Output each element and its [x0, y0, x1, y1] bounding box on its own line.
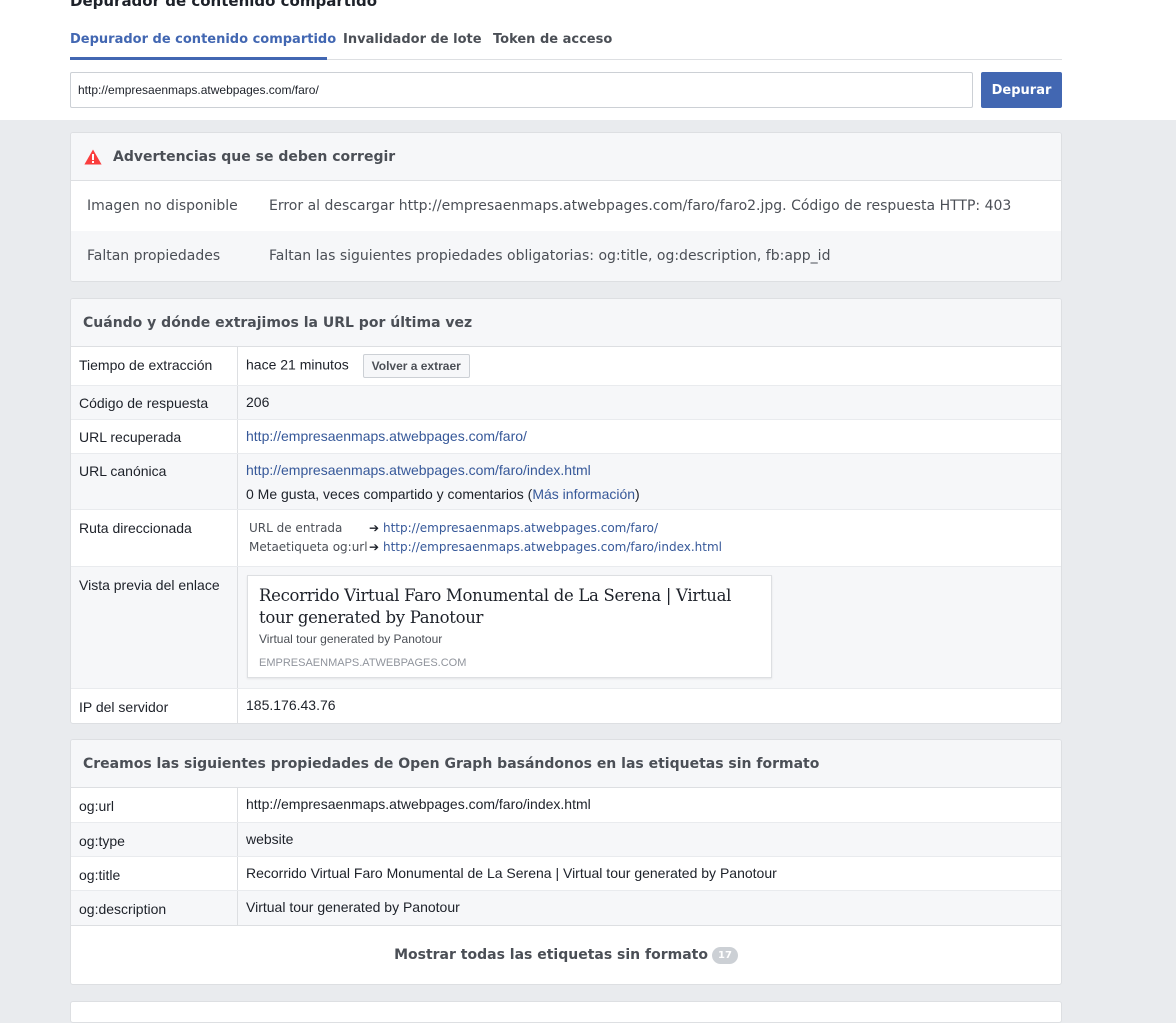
tab-bar: Depurador de contenido compartido Invali…	[70, 22, 1062, 60]
show-all-tags-button[interactable]: Mostrar todas las etiquetas sin formato …	[71, 925, 1061, 984]
server-ip-value: 185.176.43.76	[246, 697, 336, 713]
server-ip-row: IP del servidor 185.176.43.76	[71, 688, 1061, 723]
arrow-right-icon: ➔	[369, 521, 380, 535]
tab-batch-invalidator[interactable]: Invalidador de lote	[343, 22, 482, 57]
og-key: og:title	[71, 857, 238, 890]
response-code-row: Código de respuesta 206	[71, 385, 1061, 419]
tab-access-token[interactable]: Token de acceso	[493, 22, 612, 57]
preview-title: Recorrido Virtual Faro Monumental de La …	[259, 586, 732, 627]
warning-value: Faltan las siguientes propiedades obliga…	[269, 248, 831, 264]
page-title: Depurador de contenido compartido	[70, 0, 378, 10]
redirect-path-row: Ruta direccionada URL de entrada ➔ http:…	[71, 509, 1061, 566]
redirect-path-key: Ruta direccionada	[71, 510, 238, 566]
scrape-time-value: hace 21 minutos	[246, 356, 349, 373]
url-input[interactable]	[70, 72, 973, 108]
warnings-panel: Advertencias que se deben corregir Image…	[70, 132, 1062, 282]
scrape-panel: Cuándo y dónde extrajimos la URL por últ…	[70, 298, 1062, 724]
response-code-value: 206	[246, 394, 270, 410]
scrape-time-row: Tiempo de extracción hace 21 minutos Vol…	[71, 347, 1061, 385]
scrape-header: Cuándo y dónde extrajimos la URL por últ…	[71, 299, 1061, 347]
link-preview-key: Vista previa del enlace	[71, 567, 238, 688]
engagement-close: )	[635, 486, 640, 502]
warnings-header: Advertencias que se deben corregir	[71, 133, 1061, 181]
og-row: og:url http://empresaenmaps.atwebpages.c…	[71, 788, 1061, 822]
warning-triangle-icon	[84, 149, 102, 165]
arrow-right-icon: ➔	[369, 540, 380, 554]
warnings-title: Advertencias que se deben corregir	[113, 148, 396, 165]
og-key: og:description	[71, 891, 238, 925]
og-key: og:url	[71, 788, 238, 822]
og-key: og:type	[71, 823, 238, 856]
og-value: Recorrido Virtual Faro Monumental de La …	[246, 865, 777, 881]
warning-row: Faltan propiedades Faltan las siguientes…	[71, 231, 1061, 281]
canonical-url-row: URL canónica http://empresaenmaps.atwebp…	[71, 453, 1061, 509]
redirect-label: URL de entrada	[249, 521, 343, 535]
fetched-url-key: URL recuperada	[71, 420, 238, 453]
next-panel	[70, 1001, 1062, 1023]
tag-count-badge: 17	[711, 946, 738, 964]
og-value: Virtual tour generated by Panotour	[246, 899, 460, 915]
canonical-url-link[interactable]: http://empresaenmaps.atwebpages.com/faro…	[246, 462, 591, 478]
og-row: og:description Virtual tour generated by…	[71, 890, 1061, 925]
fetched-url-link[interactable]: http://empresaenmaps.atwebpages.com/faro…	[246, 428, 527, 444]
open-graph-panel: Creamos las siguientes propiedades de Op…	[70, 739, 1062, 985]
preview-domain: EMPRESAENMAPS.ATWEBPAGES.COM	[259, 657, 467, 669]
canonical-url-key: URL canónica	[71, 454, 238, 509]
redirect-line: Metaetiqueta og:url ➔ http://empresaenma…	[249, 538, 722, 557]
redirect-label: Metaetiqueta og:url	[249, 540, 368, 554]
open-graph-header: Creamos las siguientes propiedades de Op…	[71, 740, 1061, 788]
tab-sharing-debugger[interactable]: Depurador de contenido compartido	[70, 22, 336, 60]
og-row: og:type website	[71, 822, 1061, 856]
fetched-url-row: URL recuperada http://empresaenmaps.atwe…	[71, 419, 1061, 453]
scrape-time-key: Tiempo de extracción	[71, 347, 238, 385]
og-value: website	[246, 831, 294, 847]
engagement-text: 0 Me gusta, veces compartido y comentari…	[246, 486, 533, 502]
more-info-link[interactable]: Más información	[532, 486, 635, 502]
preview-description: Virtual tour generated by Panotour	[259, 632, 443, 646]
warning-key: Faltan propiedades	[87, 248, 221, 264]
rescrape-button[interactable]: Volver a extraer	[362, 354, 470, 378]
server-ip-key: IP del servidor	[71, 689, 238, 723]
redirect-url-link[interactable]: http://empresaenmaps.atwebpages.com/faro…	[383, 519, 658, 538]
show-all-tags-label: Mostrar todas las etiquetas sin formato	[394, 947, 708, 963]
og-row: og:title Recorrido Virtual Faro Monument…	[71, 856, 1061, 890]
top-bar: Depurador de contenido compartido Depura…	[0, 0, 1176, 120]
link-preview-card[interactable]: Recorrido Virtual Faro Monumental de La …	[247, 575, 772, 678]
og-value: http://empresaenmaps.atwebpages.com/faro…	[246, 796, 591, 812]
warning-row: Imagen no disponible Error al descargar …	[71, 181, 1061, 231]
debug-button[interactable]: Depurar	[981, 72, 1062, 108]
warning-value: Error al descargar http://empresaenmaps.…	[269, 198, 1012, 214]
link-preview-row: Vista previa del enlace Recorrido Virtua…	[71, 566, 1061, 688]
response-code-key: Código de respuesta	[71, 386, 238, 419]
warning-key: Imagen no disponible	[87, 198, 238, 214]
redirect-url-link[interactable]: http://empresaenmaps.atwebpages.com/faro…	[383, 538, 722, 557]
redirect-line: URL de entrada ➔ http://empresaenmaps.at…	[249, 519, 722, 538]
